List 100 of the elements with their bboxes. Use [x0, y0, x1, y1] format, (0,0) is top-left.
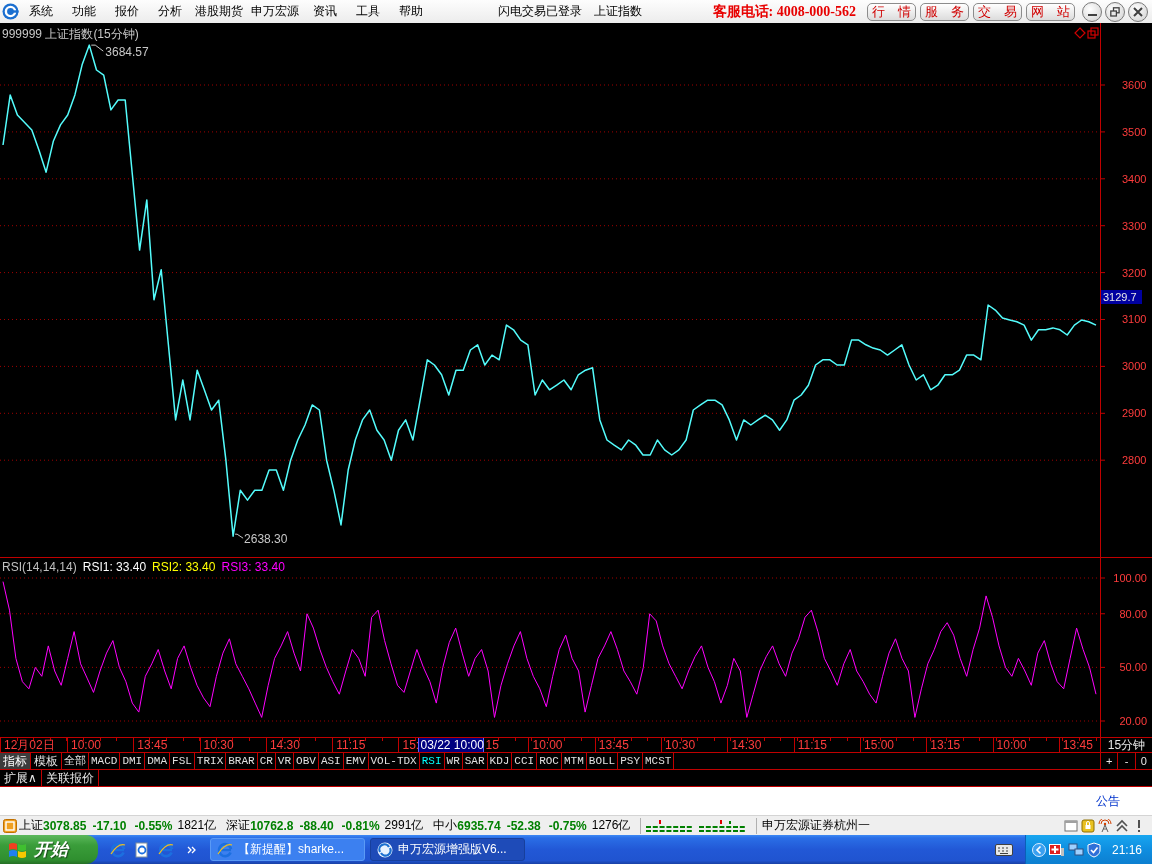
clock: 21:16: [1111, 842, 1142, 857]
keyboard-icon[interactable]: [994, 842, 1013, 857]
time-label: 10:30: [661, 738, 728, 752]
shortcut-button[interactable]: 服 务: [920, 2, 969, 21]
index-name: 深证: [226, 817, 251, 834]
indicator-tab[interactable]: MCST: [643, 753, 675, 769]
current-price-marker: 3129.7: [1101, 290, 1142, 304]
e-logo-icon: [110, 841, 126, 858]
price-axis-label: 3200: [1122, 266, 1147, 279]
indicator-tab[interactable]: TRIX: [194, 753, 227, 769]
menu-item[interactable]: 港股期货: [191, 1, 247, 22]
start-button[interactable]: 开始: [0, 835, 98, 864]
time-label: 10:00: [67, 738, 134, 752]
swirl-logo-icon: [377, 841, 393, 858]
indicator-tab[interactable]: KDJ: [487, 753, 513, 769]
legend-label: RSI(14,14,14): [2, 560, 77, 574]
menu-item[interactable]: 报价: [105, 1, 148, 22]
minimize-button[interactable]: [1082, 1, 1102, 22]
menu-item[interactable]: 帮助: [389, 1, 432, 22]
indicator-tab[interactable]: ROC: [537, 753, 562, 769]
index-change-percent: -0.81%: [341, 818, 380, 833]
indicator-tab[interactable]: RSI: [419, 753, 445, 769]
diamond-icon[interactable]: [1074, 27, 1086, 39]
restore-button[interactable]: [1105, 1, 1125, 22]
broker-name: 申万宏源证券杭州一: [762, 817, 871, 834]
shortcut-button[interactable]: 行 情: [867, 2, 916, 21]
indicator-tab[interactable]: MACD: [89, 753, 121, 769]
task-button[interactable]: 申万宏源增强版V6...: [370, 838, 525, 861]
app-logo-icon[interactable]: [2, 3, 19, 20]
indicator-tab[interactable]: EMV: [343, 753, 369, 769]
lock-icon[interactable]: [1081, 818, 1095, 833]
indicator-tab[interactable]: BOLL: [586, 753, 619, 769]
indicator-tab[interactable]: BRAR: [226, 753, 258, 769]
chevron-left-icon[interactable]: [1031, 842, 1046, 857]
index-name: 上证: [19, 817, 43, 834]
notice-link[interactable]: 公告: [1096, 792, 1120, 810]
index-price: 3078.85: [43, 818, 87, 833]
time-label: 11:15: [793, 738, 860, 752]
price-axis-label: 3100: [1122, 313, 1147, 326]
indicator-tab[interactable]: VOL-TDX: [368, 753, 420, 769]
cross-flag-icon[interactable]: [1048, 841, 1065, 858]
shortcut-button[interactable]: 交 易: [973, 2, 1022, 21]
square-frame-icon[interactable]: [3, 818, 17, 833]
price-axis-label: 3500: [1122, 125, 1147, 138]
close-button[interactable]: [1128, 1, 1148, 22]
mode-tab[interactable]: 模板: [31, 753, 62, 769]
indicator-tab[interactable]: CCI: [512, 753, 538, 769]
window-icon[interactable]: [1064, 818, 1078, 833]
legend-label: RSI2: 33.40: [152, 560, 216, 574]
indicator-tab[interactable]: OBV: [294, 753, 319, 769]
menu-item[interactable]: 资讯: [303, 1, 346, 22]
menu-item[interactable]: 申万宏源: [247, 1, 303, 22]
indicator-tab[interactable]: MTM: [562, 753, 587, 769]
indicator-tab[interactable]: FSL: [170, 753, 195, 769]
overlapping-squares-icon[interactable]: [1087, 27, 1099, 39]
price-annotation: 3684.57: [105, 45, 149, 60]
line-series: [2, 581, 1097, 718]
menu-item[interactable]: 功能: [62, 1, 105, 22]
index-name: 中小: [433, 817, 458, 834]
price-axis-label: 3000: [1122, 360, 1147, 373]
cursor-time-label: 03/22 10:00: [418, 738, 485, 752]
indicator-tab[interactable]: DMI: [120, 753, 146, 769]
flag-icon: [8, 840, 28, 859]
double-chevron-icon: [187, 844, 197, 855]
time-label: 13:15: [926, 738, 993, 752]
e-logo-icon: [217, 841, 233, 858]
indicator-tab[interactable]: ASI: [318, 753, 344, 769]
antenna-icon[interactable]: [1098, 818, 1112, 833]
market-bars-icon: [646, 819, 747, 832]
time-label: 14:30: [265, 738, 333, 752]
indicator-tab[interactable]: DMA: [145, 753, 171, 769]
shield-icon[interactable]: [1086, 841, 1101, 858]
mode-tab[interactable]: 指标: [0, 753, 31, 769]
rsi-axis-label: 80.00: [1119, 607, 1147, 620]
current-index-name: 上证指数: [593, 3, 642, 20]
price-axis-label: 3600: [1122, 79, 1147, 91]
time-label: 10:00: [992, 738, 1059, 752]
time-label: 13:45: [133, 738, 200, 752]
arrows-up-icon[interactable]: [1115, 818, 1129, 833]
document-icon: [134, 841, 150, 858]
price-axis-label: 2900: [1122, 407, 1147, 420]
service-hotline: 客服电话: 4008-000-562: [712, 2, 856, 21]
task-button[interactable]: 【新提醒】sharke...: [210, 838, 365, 861]
indicator-tab[interactable]: PSY: [618, 753, 643, 769]
time-label: 10:00: [528, 738, 595, 752]
menu-item[interactable]: 分析: [148, 1, 191, 22]
chart-title: 999999 上证指数(15分钟): [2, 26, 139, 43]
minimize-icon: [1087, 13, 1097, 16]
time-label: 15:00: [859, 738, 927, 752]
menu-item[interactable]: 系统: [19, 1, 62, 22]
price-axis-label: 3400: [1122, 172, 1147, 185]
monitors-icon[interactable]: [1067, 841, 1084, 858]
index-price: 6935.74: [457, 818, 501, 833]
menu-item[interactable]: 工具: [346, 1, 389, 22]
index-change-percent: -0.75%: [548, 818, 587, 833]
indicator-tab[interactable]: SAR: [462, 753, 488, 769]
indicator-tab[interactable]: 全部: [62, 753, 89, 769]
turnover-amount: 1821亿: [177, 817, 217, 834]
time-label: 13:45: [594, 738, 662, 752]
shortcut-button[interactable]: 网 站: [1026, 2, 1075, 21]
